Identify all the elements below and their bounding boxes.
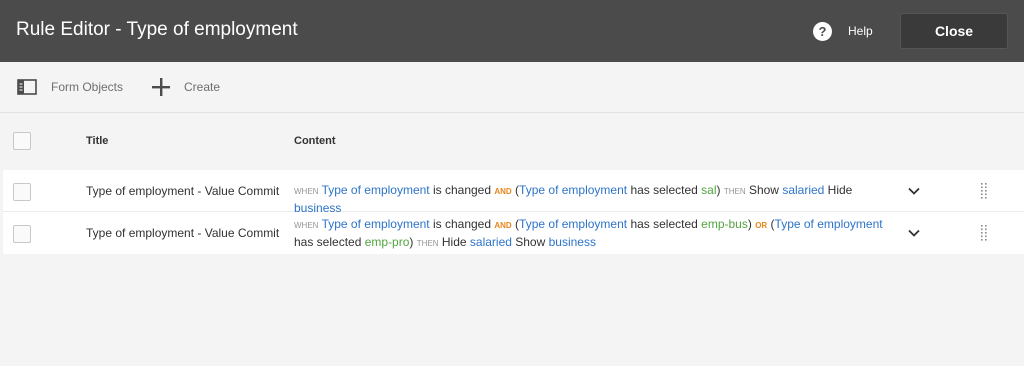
help-link[interactable]: Help [848,24,873,38]
toolbar: Form Objects Create [0,62,1024,113]
row-checkbox[interactable] [13,183,31,201]
chevron-down-icon[interactable] [907,226,921,240]
text-token: has selected [627,217,702,231]
column-header-content: Content [294,135,336,147]
table-header: Title Content [0,113,1024,169]
keyword-then: THEN [723,187,746,196]
text-token: ( [767,217,775,231]
column-header-title: Title [86,135,109,147]
table-row[interactable]: Type of employment - Value Commit WHEN T… [3,170,1024,215]
text-token: has selected [294,235,365,249]
value-token: emp-bus [701,217,748,231]
create-label: Create [184,80,221,94]
sidebar-panel-icon [17,79,37,95]
drag-handle-icon[interactable] [980,182,988,200]
operator-and: AND [494,187,512,196]
value-token: sal [701,183,717,197]
object-token: Type of employment [519,217,628,231]
text-token: has selected [627,183,702,197]
text-token: is changed [429,183,495,197]
plus-icon [152,78,170,96]
text-token: Show [511,235,549,249]
text-token: ) [409,235,417,249]
form-objects-label: Form Objects [51,80,124,94]
text-token: Show [745,183,783,197]
object-token: Type of employment [519,183,628,197]
row-checkbox[interactable] [13,225,31,243]
create-button[interactable]: Create [151,62,220,112]
help-icon[interactable]: ? [813,22,832,41]
object-token: Type of employment [774,217,883,231]
text-token: Hide [438,235,470,249]
rule-title: Type of employment - Value Commit [86,184,280,198]
operator-or: OR [755,221,768,230]
keyword-when: WHEN [294,187,319,196]
form-objects-button[interactable]: Form Objects [17,62,123,112]
object-token: Type of employment [321,183,430,197]
page-title: Rule Editor - Type of employment [16,19,298,40]
text-token: ) [716,183,724,197]
rule-title: Type of employment - Value Commit [86,226,280,240]
keyword-then: THEN [416,239,439,248]
title-bar: Rule Editor - Type of employment ? Help … [0,0,1024,62]
text-token: Hide [824,183,853,197]
text-token: ( [511,217,520,231]
close-button[interactable]: Close [900,13,1008,49]
select-all-checkbox[interactable] [13,132,31,150]
value-token: emp-pro [364,235,410,249]
operator-and: AND [494,221,512,230]
text-token: is changed [429,217,495,231]
object-token: salaried [469,235,512,249]
rule-content: WHEN Type of employment is changed AND (… [294,216,894,252]
text-token: ( [511,183,520,197]
table-row[interactable]: Type of employment - Value Commit WHEN T… [3,212,1024,254]
keyword-when: WHEN [294,221,319,230]
object-token: salaried [782,183,825,197]
drag-handle-icon[interactable] [980,224,988,242]
chevron-down-icon[interactable] [907,184,921,198]
object-token: Type of employment [321,217,430,231]
object-token: business [548,235,596,249]
